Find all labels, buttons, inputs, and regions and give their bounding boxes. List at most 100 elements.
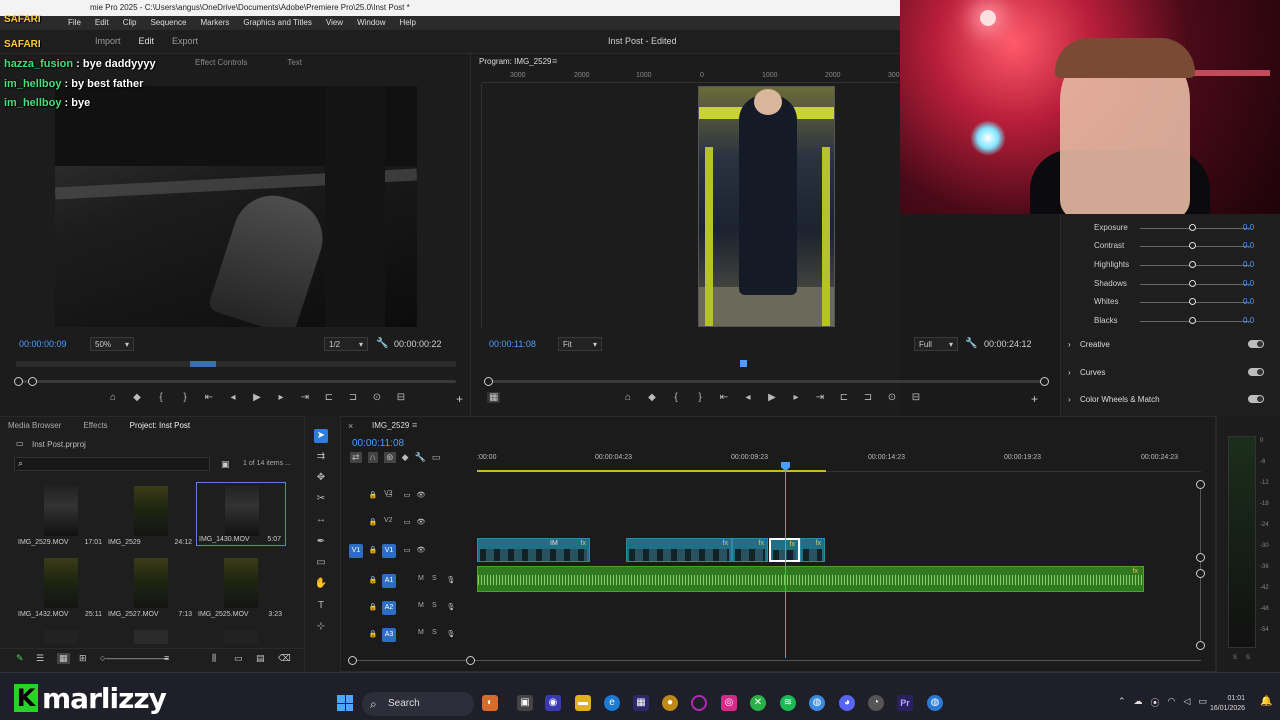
- discord-icon[interactable]: ◕: [839, 695, 855, 711]
- ripple-edit-icon[interactable]: ✥: [314, 471, 328, 485]
- toggle-switch[interactable]: [1248, 395, 1264, 403]
- toggle-switch[interactable]: [1248, 340, 1264, 348]
- track-target-v1[interactable]: V1: [382, 544, 396, 558]
- source-scroll-handle-left[interactable]: [14, 377, 23, 386]
- new-item-icon[interactable]: ▤: [256, 653, 265, 664]
- tab-media-browser[interactable]: Media Browser: [8, 421, 61, 430]
- shadows-slider[interactable]: Shadows 0.0: [1094, 279, 1264, 291]
- vscroll-handle-mid[interactable]: [1196, 553, 1205, 562]
- goto-out-icon[interactable]: ⇥: [298, 392, 312, 403]
- goto-out-icon[interactable]: ⇥: [813, 392, 827, 403]
- sequence-tab[interactable]: IMG_2529: [372, 421, 409, 430]
- program-view-options-icon[interactable]: ▦: [487, 392, 501, 403]
- slip-tool-icon[interactable]: ↔: [314, 513, 328, 527]
- lock-icon[interactable]: 🔒: [366, 544, 380, 558]
- lift-icon[interactable]: ⌂: [621, 392, 635, 403]
- file-explorer-icon[interactable]: ▬: [575, 695, 591, 711]
- vscroll-handle-top[interactable]: [1196, 480, 1205, 489]
- project-item-selected[interactable]: IMG_1430.MOV 5:07: [196, 482, 286, 546]
- settings-icon[interactable]: ⊟: [394, 392, 408, 403]
- mic-icon[interactable]: 🎙: [444, 628, 458, 642]
- timeline-settings-icon[interactable]: 🔧: [414, 452, 425, 463]
- caption-icon[interactable]: ⊹: [314, 620, 328, 634]
- rectangle-icon[interactable]: ▭: [314, 556, 328, 570]
- menu-window[interactable]: Window: [357, 16, 385, 30]
- mic-icon[interactable]: 🎙: [444, 574, 458, 588]
- tab-effects[interactable]: Effects: [83, 421, 107, 430]
- bin-icon[interactable]: ▣: [221, 459, 230, 470]
- pencil-icon[interactable]: ✎: [16, 653, 24, 664]
- program-add-button-icon[interactable]: +: [1031, 392, 1038, 406]
- chevron-up-icon[interactable]: ⌃: [1118, 696, 1126, 709]
- lock-icon[interactable]: 🔒: [366, 601, 380, 615]
- program-video-frame[interactable]: [698, 86, 835, 327]
- project-item-partial[interactable]: [134, 630, 168, 644]
- video-clip[interactable]: IM fx: [477, 538, 590, 562]
- timeline-hscroll[interactable]: [348, 656, 1201, 665]
- list-view-icon[interactable]: ☰: [36, 653, 44, 664]
- step-back-icon[interactable]: ◂: [741, 392, 755, 403]
- step-forward-icon[interactable]: ▸: [274, 392, 288, 403]
- wrench-icon[interactable]: 🔧: [965, 338, 977, 349]
- lift-edit-icon[interactable]: ⊏: [837, 392, 851, 403]
- video-clip[interactable]: fx: [732, 538, 768, 562]
- section-creative[interactable]: › Creative: [1068, 340, 1264, 354]
- pen-icon[interactable]: ✒: [314, 535, 328, 549]
- program-playhead-marker[interactable]: [740, 360, 747, 367]
- edge-icon[interactable]: e: [604, 695, 620, 711]
- linked-selection-icon[interactable]: ⊛: [384, 452, 396, 463]
- app-icon[interactable]: ◔: [868, 695, 884, 711]
- toggle-switch[interactable]: [1248, 368, 1264, 376]
- compare-icon[interactable]: ⊟: [909, 392, 923, 403]
- export-frame-icon[interactable]: ⊙: [370, 392, 384, 403]
- captions-icon[interactable]: ▭: [432, 452, 441, 463]
- store-icon[interactable]: ▦: [633, 695, 649, 711]
- playhead-line[interactable]: [785, 462, 786, 658]
- chrome-icon[interactable]: ◍: [809, 695, 825, 711]
- timeline-ruler[interactable]: :00:00 00:00:04:23 00:00:09:23 00:00:14:…: [477, 452, 1201, 472]
- program-scroll-handle-right[interactable]: [1040, 377, 1049, 386]
- contrast-slider[interactable]: Contrast 0.0: [1094, 241, 1264, 253]
- project-item-partial[interactable]: [44, 630, 78, 644]
- razor-icon[interactable]: ✂: [314, 492, 328, 506]
- spotify-icon[interactable]: ≋: [780, 695, 796, 711]
- goto-in-icon[interactable]: ⇤: [717, 392, 731, 403]
- onedrive-icon[interactable]: ☁: [1134, 696, 1143, 709]
- source-patch-v1[interactable]: V1: [349, 544, 363, 558]
- eye-icon[interactable]: 👁: [414, 516, 428, 530]
- type-icon[interactable]: T: [314, 599, 328, 613]
- source-timeline-strip[interactable]: [16, 361, 456, 367]
- solo-button[interactable]: S: [432, 602, 437, 609]
- source-scroll-handle-right[interactable]: [28, 377, 37, 386]
- meter-solo-left[interactable]: S: [1233, 655, 1237, 661]
- mark-in-icon[interactable]: {: [669, 392, 683, 403]
- insert-icon[interactable]: ⊏: [322, 392, 336, 403]
- nest-icon[interactable]: ⇄: [350, 452, 362, 463]
- track-target-a2[interactable]: A2: [382, 601, 396, 615]
- video-clip[interactable]: fx: [626, 538, 732, 562]
- lock-icon[interactable]: 🔒: [366, 574, 380, 588]
- marker-icon[interactable]: ◆: [645, 392, 659, 403]
- project-search-input[interactable]: ⌕: [14, 457, 210, 471]
- track-target-a3[interactable]: A3: [382, 628, 396, 642]
- program-monitor-title[interactable]: Program: IMG_2529: [479, 57, 551, 66]
- notification-icon[interactable]: 🔔: [1260, 696, 1272, 707]
- play-icon[interactable]: ▶: [250, 392, 264, 403]
- sort-icon[interactable]: ≡: [164, 653, 169, 663]
- program-scroll-handle-left[interactable]: [484, 377, 493, 386]
- toggle-output-icon[interactable]: ▭: [400, 516, 414, 530]
- extract-icon[interactable]: ⊐: [861, 392, 875, 403]
- project-item[interactable]: IMG_2529.MOV 17:01: [16, 486, 106, 552]
- project-item-partial[interactable]: [224, 630, 258, 644]
- app-icon[interactable]: [691, 695, 707, 711]
- camera-app-icon[interactable]: ◉: [545, 695, 561, 711]
- instagram-icon[interactable]: ◎: [721, 695, 737, 711]
- battery-icon[interactable]: ▭: [1198, 696, 1207, 709]
- chrome-icon[interactable]: ◍: [927, 695, 943, 711]
- step-back-icon[interactable]: ◂: [226, 392, 240, 403]
- track-target-a1[interactable]: A1: [382, 574, 396, 588]
- program-quality-select[interactable]: Full: [914, 337, 958, 351]
- mark-out-icon[interactable]: }: [178, 392, 192, 403]
- automate-icon[interactable]: ⫼: [212, 653, 216, 664]
- eye-icon[interactable]: 👁: [414, 544, 428, 558]
